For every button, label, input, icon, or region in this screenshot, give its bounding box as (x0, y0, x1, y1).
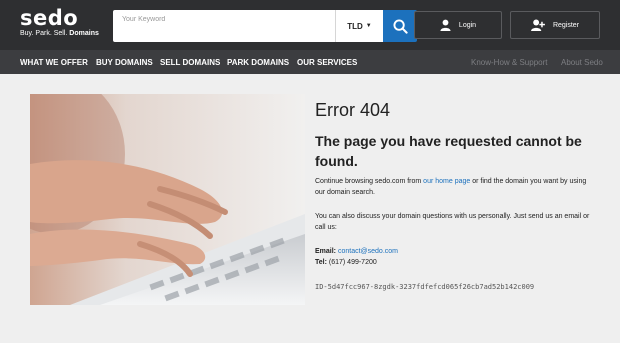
logo-tagline: Buy. Park. Sell. Domains (20, 29, 99, 38)
continue-browsing-text: Continue browsing sedo.com from our home… (315, 176, 595, 198)
nav-item-park-domains[interactable]: PARK DOMAINS (227, 50, 289, 74)
add-user-icon (531, 19, 545, 31)
nav-item-know-how-support[interactable]: Know-How & Support (471, 50, 547, 74)
logo-wordmark: sedo (20, 6, 79, 30)
login-label: Login (458, 21, 477, 29)
sedo-logo[interactable]: sedo Buy. Park. Sell. Domains (20, 7, 99, 38)
nav-item-about-sedo[interactable]: About Sedo (561, 50, 603, 74)
nav-item-buy-domains[interactable]: BUY DOMAINS (96, 50, 153, 74)
user-icon (440, 19, 451, 31)
error-subtitle: The page you have requested cannot be fo… (315, 133, 582, 169)
tld-select[interactable]: TLD ▼ (335, 10, 383, 42)
nav-item-our-services[interactable]: OUR SERVICES (297, 50, 357, 74)
tel-row: Tel: (617) 499-7200 (315, 257, 398, 268)
hero-image-typing-on-laptop (30, 94, 305, 305)
magnifier-icon (392, 18, 408, 34)
register-label: Register (552, 21, 580, 29)
contact-details: Email: contact@sedo.com Tel: (617) 499-7… (315, 246, 398, 268)
login-button[interactable]: Login (414, 11, 502, 39)
site-header: sedo Buy. Park. Sell. Domains TLD ▼ Logi… (0, 0, 620, 50)
p1-before: Continue browsing sedo.com from (315, 178, 424, 185)
email-row: Email: contact@sedo.com (315, 246, 398, 257)
contact-intro-text: You can also discuss your domain questio… (315, 213, 590, 231)
nav-item-sell-domains[interactable]: SELL DOMAINS (160, 50, 220, 74)
domain-search: TLD ▼ (113, 10, 417, 42)
home-page-link[interactable]: our home page (423, 178, 470, 185)
error-title: Error 404 (315, 100, 391, 120)
tel-label: Tel: (315, 259, 327, 266)
email-link[interactable]: contact@sedo.com (338, 248, 398, 255)
tel-value: (617) 499-7200 (328, 259, 377, 266)
nav-item-what-we-offer[interactable]: WHAT WE OFFER (20, 50, 88, 74)
typing-illustration (30, 94, 305, 305)
tagline-bold: Domains (69, 30, 99, 37)
keyword-search-input[interactable] (113, 10, 335, 42)
caret-down-icon: ▼ (365, 23, 372, 29)
register-button[interactable]: Register (510, 11, 600, 39)
main-nav: WHAT WE OFFER BUY DOMAINS SELL DOMAINS P… (0, 50, 620, 74)
search-button[interactable] (383, 10, 417, 42)
tld-label: TLD (347, 21, 363, 31)
tagline-plain: Buy. Park. Sell. (20, 30, 68, 37)
email-label: Email: (315, 248, 337, 255)
error-id: ID-5d47fcc967-8zgdk-3237fdfefcd065f26cb7… (315, 283, 535, 291)
